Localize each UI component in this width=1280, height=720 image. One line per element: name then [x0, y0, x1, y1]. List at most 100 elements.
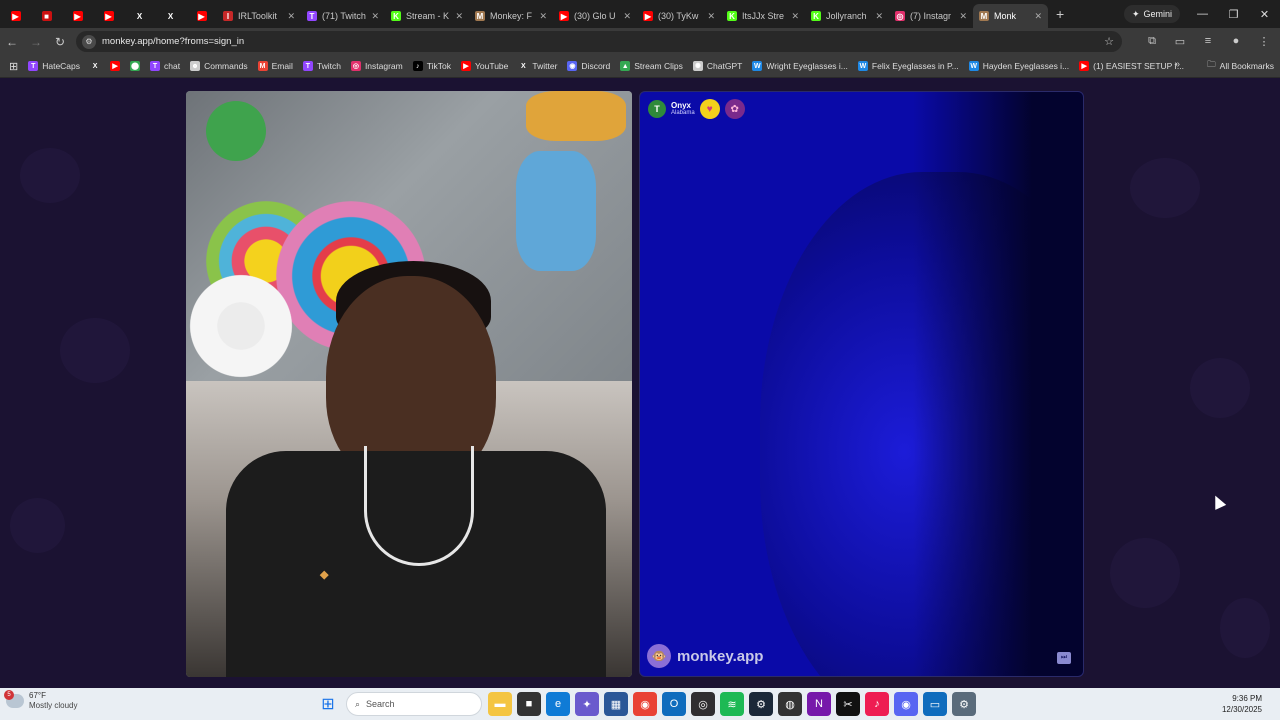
all-bookmarks-button[interactable]: 🗀 All Bookmarks — [1207, 59, 1274, 73]
heart-icon[interactable]: ♥ — [699, 99, 720, 119]
tiktok-icon: ♪ — [412, 61, 423, 71]
close-tab-icon[interactable]: ✕ — [455, 11, 463, 22]
app-icon[interactable]: ■ — [517, 692, 541, 716]
minimize-button[interactable]: — — [1187, 0, 1218, 28]
browser-tab[interactable]: ■ — [31, 4, 62, 28]
spotify-icon[interactable]: ≋ — [720, 692, 744, 716]
close-tab-icon[interactable]: ✕ — [707, 11, 715, 22]
bookmark-item[interactable]: ♪ TikTok — [408, 61, 456, 71]
edge-icon[interactable]: e — [546, 692, 570, 716]
bookmark-item[interactable]: ◉ Discord — [562, 61, 615, 71]
forward-button[interactable]: → — [24, 35, 48, 49]
onenote-icon[interactable]: N — [807, 692, 831, 716]
file-explorer-icon[interactable]: ▬ — [488, 692, 512, 716]
more-bookmarks-icon[interactable]: » — [1174, 59, 1180, 70]
settings-icon[interactable]: ⚙ — [952, 692, 976, 716]
tiktok-icon[interactable]: ♪ — [865, 692, 889, 716]
url-text[interactable]: monkey.app/home?froms=sign_in — [102, 36, 244, 47]
bookmark-item[interactable]: ▲ Stream Clips — [615, 61, 688, 71]
new-tab-button[interactable]: + — [1056, 6, 1064, 22]
bookmark-item[interactable]: ⬤ — [125, 61, 145, 71]
menu-icon[interactable]: ⋮ — [1256, 33, 1272, 49]
bookmark-item[interactable]: M Email — [253, 61, 298, 71]
browser-tab[interactable]: ▶ (30) TyKw ✕ — [637, 4, 721, 28]
bookmark-item[interactable]: T Twitch — [298, 61, 346, 71]
obs-icon[interactable]: ◎ — [691, 692, 715, 716]
browser-tab[interactable]: K ItsJJx Stre ✕ — [721, 4, 805, 28]
bookmark-item[interactable]: ▶ YouTube — [456, 61, 513, 71]
store-icon[interactable]: ▦ — [604, 692, 628, 716]
back-button[interactable]: ← — [0, 35, 24, 49]
bookmark-item[interactable]: X — [85, 61, 105, 71]
controller-icon[interactable]: ◍ — [778, 692, 802, 716]
remote-desktop-icon[interactable]: ▭ — [923, 692, 947, 716]
close-tab-icon[interactable]: ✕ — [1034, 11, 1042, 22]
browser-tab[interactable]: M Monkey: F ✕ — [469, 4, 553, 28]
site-info-icon[interactable]: ⚙ — [82, 34, 96, 49]
close-tab-icon[interactable]: ✕ — [875, 11, 883, 22]
gift-icon[interactable]: ✿ — [724, 99, 745, 119]
browser-tab[interactable]: X — [124, 4, 155, 28]
close-tab-icon[interactable]: ✕ — [539, 11, 547, 22]
maximize-button[interactable]: ❐ — [1218, 0, 1249, 28]
bookmark-item[interactable]: Tchat — [145, 61, 185, 71]
browser-tab[interactable]: ▶ — [186, 4, 217, 28]
cast-icon[interactable]: ▭ — [1172, 33, 1188, 49]
steam-icon[interactable]: ⚙ — [749, 692, 773, 716]
bookmark-item[interactable]: ✺ ChatGPT — [688, 61, 747, 71]
close-tab-icon[interactable]: ✕ — [287, 11, 295, 22]
bookmark-star-icon[interactable]: ☆ — [1104, 35, 1114, 48]
browser-tab[interactable]: ▶ — [62, 4, 93, 28]
browser-tab[interactable]: K Jollyranch ✕ — [805, 4, 889, 28]
profile-avatar-icon[interactable]: ● — [1228, 33, 1244, 49]
system-clock[interactable]: 9:36 PM 12/30/2025 — [1222, 693, 1262, 715]
remote-user-tag[interactable]: T Onyx Alabama ♥ ✿ — [648, 99, 745, 119]
apps-grid-icon[interactable]: ⊞ — [4, 60, 23, 73]
discord-icon[interactable]: ◉ — [894, 692, 918, 716]
browser-tab[interactable]: T (71) Twitch ✕ — [301, 4, 385, 28]
bookmark-item[interactable]: ☻ Commands — [185, 61, 252, 71]
copilot-icon[interactable]: ✦ — [575, 692, 599, 716]
background-pattern — [1220, 598, 1270, 658]
media-control-icon[interactable]: ≡ — [1200, 33, 1216, 49]
browser-tab[interactable]: ▶ (30) Glo U ✕ — [553, 4, 637, 28]
browser-tab[interactable]: ▶ — [0, 4, 31, 28]
close-window-button[interactable]: ✕ — [1249, 0, 1280, 28]
wp-icon: W — [968, 61, 979, 71]
bookmark-item[interactable]: W Hayden Eyeglasses i... — [964, 61, 1074, 71]
close-tab-icon[interactable]: ✕ — [623, 11, 631, 22]
browser-tab[interactable]: ◎ (7) Instagr ✕ — [889, 4, 973, 28]
browser-tab[interactable]: ▶ — [93, 4, 124, 28]
youtube-icon: ▶ — [10, 11, 21, 21]
windows-start-icon[interactable]: ⊞ — [316, 692, 340, 716]
twitch-icon: T — [150, 61, 161, 71]
browser-tab[interactable]: I IRLToolkit ✕ — [217, 4, 301, 28]
taskbar-search[interactable]: ⌕ Search — [346, 692, 482, 716]
discord-icon: ◉ — [567, 61, 578, 71]
outlook-icon[interactable]: O — [662, 692, 686, 716]
address-bar[interactable]: ⚙ monkey.app/home?froms=sign_in ☆ — [76, 31, 1122, 52]
reload-button[interactable]: ↻ — [48, 35, 72, 49]
bookmark-item[interactable]: X Twitter — [513, 61, 562, 71]
close-tab-icon[interactable]: ✕ — [959, 11, 967, 22]
skip-next-button[interactable]: ⏭ — [1057, 652, 1071, 664]
tab-list: ▶ ■ ▶ ▶ X X ▶ I IRLToolkit ✕ T (71) Twitch ✕ K Stream … — [0, 0, 1048, 28]
bookmark-item[interactable]: W Wright Eyeglasses i... — [747, 61, 853, 71]
weather-widget[interactable]: 5 67°F Mostly cloudy — [4, 690, 77, 711]
gemini-button[interactable]: ✦ Gemini — [1123, 5, 1180, 23]
browser-tab[interactable]: K Stream - K ✕ — [385, 4, 469, 28]
extensions-icon[interactable]: ⧉ — [1144, 33, 1160, 49]
close-tab-icon[interactable]: ✕ — [371, 11, 379, 22]
bookmark-item[interactable]: ▶ (1) EASIEST SETUP f... — [1074, 61, 1189, 71]
close-tab-icon[interactable]: ✕ — [791, 11, 799, 22]
bookmark-item[interactable]: ◎ Instagram — [346, 61, 408, 71]
bookmark-item[interactable]: T HateCaps — [23, 61, 85, 71]
browser-tab[interactable]: M Monk ✕ — [973, 4, 1048, 28]
bookmark-item[interactable]: ▶ — [105, 61, 125, 71]
sparkle-icon: ✦ — [1131, 8, 1140, 19]
chrome-icon[interactable]: ◉ — [633, 692, 657, 716]
bookmark-item[interactable]: W Felix Eyeglasses in P... — [853, 61, 964, 71]
browser-tab[interactable]: X — [155, 4, 186, 28]
x-icon: X — [521, 62, 526, 70]
capcut-icon[interactable]: ✂ — [836, 692, 860, 716]
